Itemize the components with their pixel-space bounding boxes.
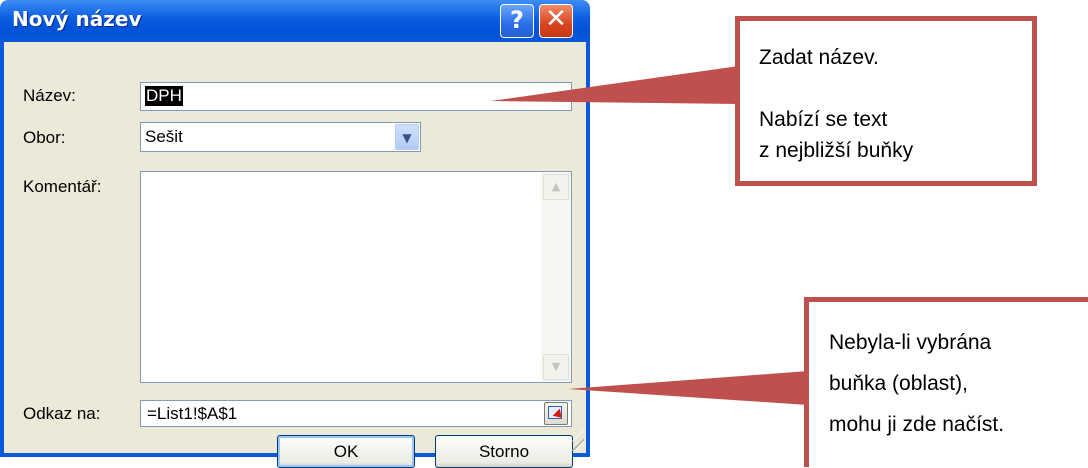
callout-top-line1: Zadat název. xyxy=(759,46,879,69)
callout-bottom-line2: buňka (oblast), xyxy=(829,372,968,395)
callout-name-hint: Zadat název. Nabízí se text z nejbližší … xyxy=(735,16,1037,186)
callout-bottom-line1: Nebyla-li vybrána xyxy=(829,331,992,354)
callout-top-line2: Nabízí se text xyxy=(759,108,888,131)
callout-top-pointer xyxy=(491,66,739,104)
callout-bottom-line3: mohu ji zde načíst. xyxy=(829,413,1005,436)
callout-top-line3: z nejbližší buňky xyxy=(759,139,914,162)
callout-bottom-pointer xyxy=(568,371,808,405)
callout-ref-hint: Nebyla-li vybrána buňka (oblast), mohu j… xyxy=(804,297,1088,467)
